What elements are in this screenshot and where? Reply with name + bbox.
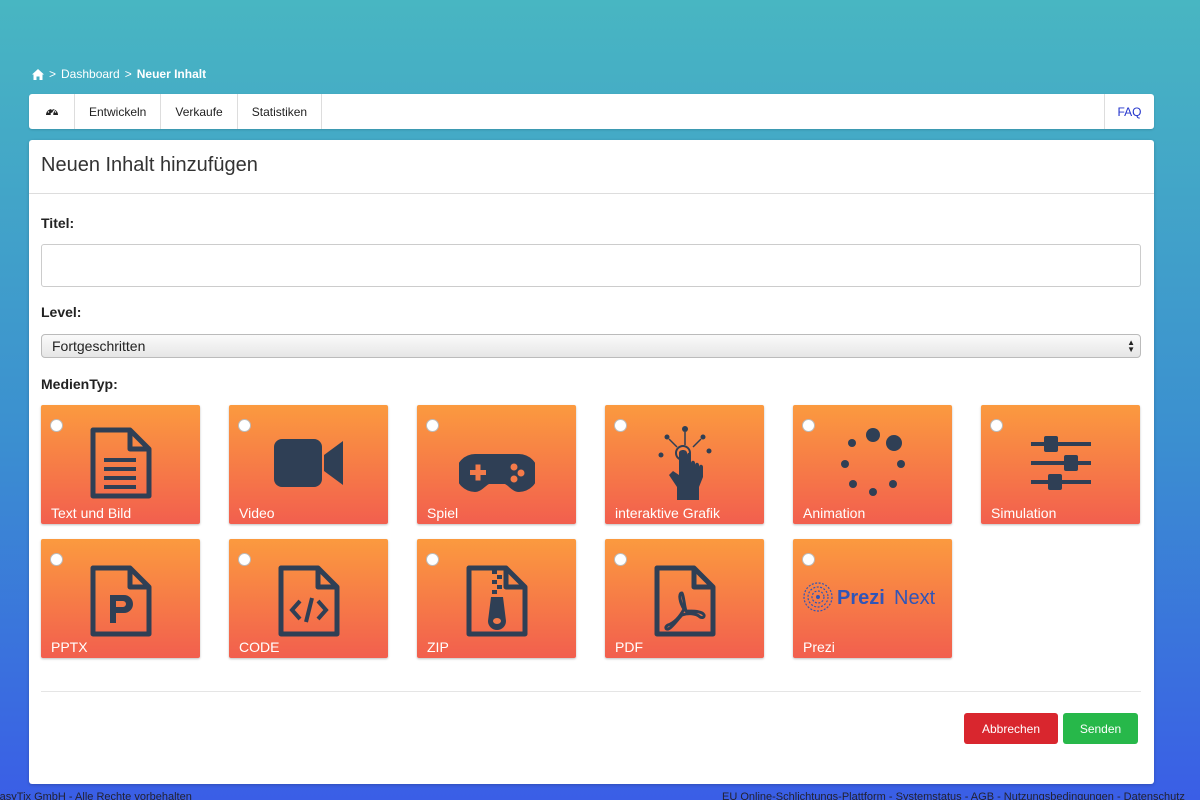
svg-text:Next: Next [894, 587, 936, 609]
media-type-grid: Text und Bild Video Spiel interaktive Gr… [41, 405, 1141, 659]
media-tile-text-und-bild[interactable]: Text und Bild [41, 405, 200, 524]
video-camera-icon [273, 439, 343, 487]
media-tile-label: CODE [239, 639, 280, 655]
media-tile-pptx[interactable]: PPTX [41, 539, 200, 658]
home-icon[interactable] [32, 68, 44, 80]
svg-text:Prezi: Prezi [837, 587, 885, 609]
nav-dashboard[interactable] [29, 94, 75, 129]
pdf-file-icon [654, 565, 715, 637]
footer: rasyTix GmbH - Alle Rechte vorbehalten E… [0, 792, 1200, 800]
sliders-icon [1030, 436, 1091, 490]
footer-links[interactable]: EU Online-Schlichtungs-Plattform - Syste… [722, 792, 1185, 800]
level-select[interactable]: Fortgeschritten ▲ ▼ [41, 334, 1141, 358]
dashboard-gauge-icon [45, 108, 58, 115]
level-selected-value: Fortgeschritten [52, 338, 146, 354]
media-tile-zip[interactable]: ZIP [417, 539, 576, 658]
media-tile-label: PDF [615, 639, 643, 655]
nav-statistiken[interactable]: Statistiken [238, 94, 323, 129]
media-tile-label: Simulation [991, 505, 1057, 521]
top-navbar: Entwickeln Verkaufe Statistiken FAQ [29, 94, 1154, 129]
prezi-logo: Prezi Next [793, 559, 952, 635]
breadcrumb-separator: > [49, 67, 57, 81]
title-input[interactable] [41, 244, 1141, 287]
media-tile-label: interaktive Grafik [615, 505, 721, 521]
media-tile-video[interactable]: Video [229, 405, 388, 524]
breadcrumb-separator: > [124, 67, 132, 81]
media-radio[interactable] [426, 419, 439, 432]
cancel-button[interactable]: Abbrechen [964, 713, 1058, 744]
touch-hand-icon [658, 426, 711, 500]
media-tile-label: Prezi [803, 639, 835, 655]
media-tile-prezi[interactable]: Prezi Next Prezi [793, 539, 952, 658]
media-tile-code[interactable]: CODE [229, 539, 388, 658]
pptx-file-icon [90, 565, 151, 637]
title-label: Titel: [41, 215, 75, 231]
code-file-icon [278, 565, 339, 637]
media-tile-label: Spiel [427, 505, 459, 521]
select-arrows-icon: ▲ ▼ [1127, 338, 1135, 354]
nav-entwickeln[interactable]: Entwickeln [75, 94, 162, 129]
footer-copyright: rasyTix GmbH - Alle Rechte vorbehalten [0, 792, 192, 800]
media-tile-simulation[interactable]: Simulation [981, 405, 1140, 524]
document-icon [90, 427, 151, 499]
form-divider [41, 691, 1141, 692]
media-tile-label: ZIP [427, 639, 449, 655]
media-tile-animation[interactable]: Animation [793, 405, 952, 524]
media-tile-label: PPTX [51, 639, 88, 655]
spinner-icon [840, 428, 905, 496]
nav-verkaufe[interactable]: Verkaufe [161, 94, 238, 129]
media-tile-pdf[interactable]: PDF [605, 539, 764, 658]
level-label: Level: [41, 304, 82, 320]
content-form-panel: Neuen Inhalt hinzufügen Titel: Level: Fo… [29, 140, 1154, 784]
nav-faq-link[interactable]: FAQ [1104, 94, 1154, 129]
send-button[interactable]: Senden [1063, 713, 1138, 744]
breadcrumb-dashboard-link[interactable]: Dashboard [61, 67, 120, 81]
breadcrumb: > Dashboard > Neuer Inhalt [32, 67, 206, 81]
media-tile-label: Text und Bild [51, 505, 132, 521]
gamepad-icon [458, 454, 535, 492]
media-tile-spiel[interactable]: Spiel [417, 405, 576, 524]
media-type-label: MedienTyp: [41, 376, 118, 392]
page-title: Neuen Inhalt hinzufügen [29, 140, 1154, 194]
zip-file-icon [466, 565, 527, 637]
media-tile-label: Video [239, 505, 275, 521]
breadcrumb-current: Neuer Inhalt [136, 67, 207, 81]
media-tile-interaktive-grafik[interactable]: interaktive Grafik [605, 405, 764, 524]
media-tile-label: Animation [803, 505, 866, 521]
